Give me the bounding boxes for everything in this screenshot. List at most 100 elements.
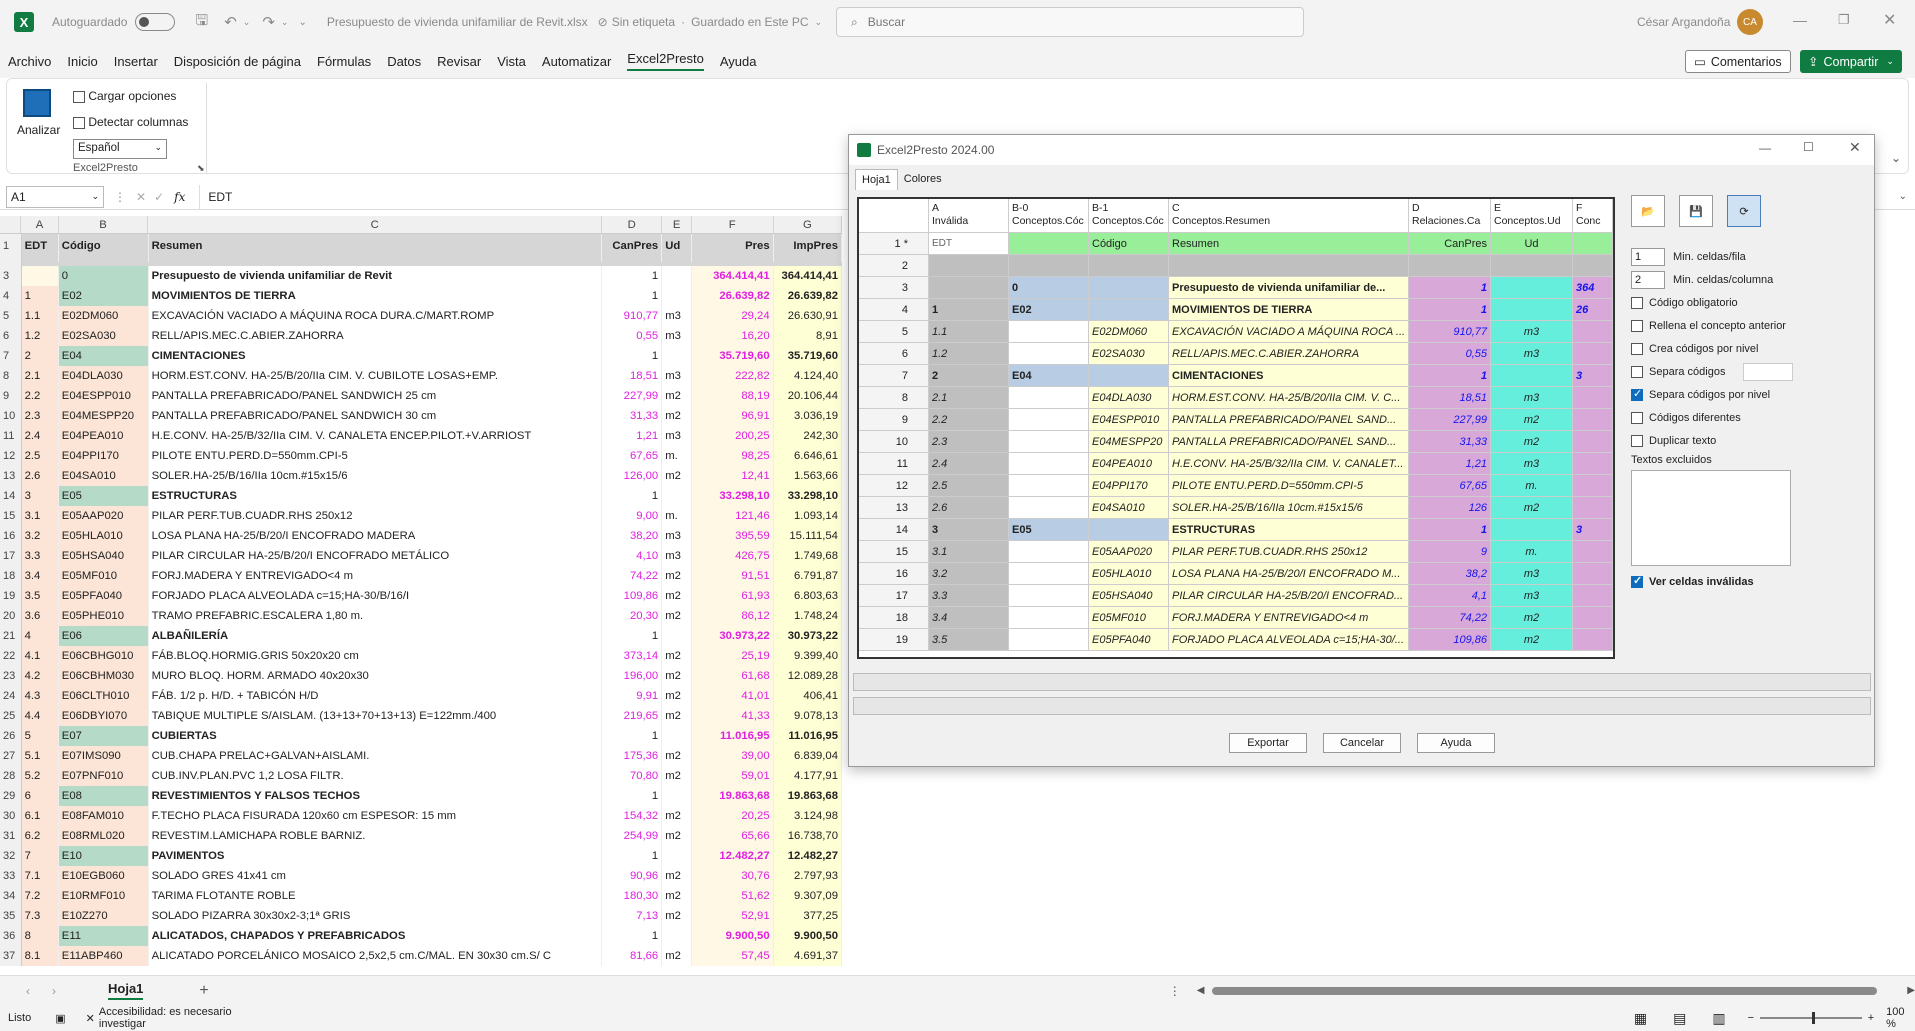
grid-cell[interactable]: E05 [1009,519,1089,541]
cell[interactable]: SOLER.HA-25/B/16/IIa 10cm.#15x15/6 [149,466,602,486]
cell[interactable]: 3.6 [21,606,59,626]
tab-excel2presto[interactable]: Excel2Presto [627,51,704,71]
cell[interactable]: m2 [662,606,692,626]
grid-row-number[interactable]: 3 [859,277,929,299]
grid-cell[interactable]: 3.2 [929,563,1009,585]
next-sheet-icon[interactable]: › [52,984,56,998]
cell[interactable]: E07 [58,726,149,746]
grid-cell[interactable] [1089,299,1169,321]
cell[interactable]: E06CBHG010 [58,646,149,666]
grid-cell[interactable] [1573,387,1613,409]
cell[interactable]: m2 [662,746,692,766]
cell[interactable]: 8,91 [773,326,842,346]
column-header[interactable]: B [59,216,149,233]
grid-row[interactable]: 16 3.2 E05HLA010 LOSA PLANA HA-25/B/20/I EN… [859,563,1613,585]
table-row[interactable]: 31 6.2 E08RML020 REVESTIM.LAMICHAPA ROBLE B… [0,826,842,846]
expand-formula-icon[interactable]: ⌄ [1899,191,1907,202]
cell[interactable]: 0,55 [602,326,663,346]
cell[interactable]: E05PHE010 [58,606,149,626]
cell[interactable] [662,346,692,366]
cell[interactable]: E02 [58,286,149,306]
column-header[interactable]: E [662,216,692,233]
cell[interactable]: 26.630,91 [773,306,842,326]
cell[interactable]: m2 [662,866,692,886]
grid-cell[interactable]: 31,33 [1409,431,1491,453]
grid-column-header[interactable]: C Conceptos.Resumen [1169,199,1409,233]
save-icon[interactable]: 💾 [1679,195,1713,227]
cell[interactable]: CIMENTACIONES [149,346,602,366]
grid-row[interactable]: 4 1 E02 MOVIMIENTOS DE TIERRA 1 26 [859,299,1613,321]
cell[interactable]: 90,96 [602,866,663,886]
grid-cell[interactable]: 67,65 [1409,475,1491,497]
cell[interactable]: E04MESPP20 [58,406,149,426]
min-rows-input[interactable]: 1 [1631,247,1665,266]
table-row[interactable]: 27 5.1 E07IMS090 CUB.CHAPA PRELAC+GALVAN+AI… [0,746,842,766]
cell[interactable]: 2.4 [21,426,59,446]
cell[interactable]: 61,68 [691,666,774,686]
grid-cell[interactable]: Presupuesto de vivienda unifamiliar de..… [1169,277,1409,299]
grid-cell[interactable]: 109,86 [1409,629,1491,651]
row-number[interactable]: 16 [0,526,22,546]
cell[interactable]: 81,66 [602,946,663,966]
cell[interactable]: 1 [602,786,663,806]
cell[interactable]: 31,33 [602,406,663,426]
cell[interactable]: E04PPI170 [58,446,149,466]
table-row[interactable]: 13 2.6 E04SA010 SOLER.HA-25/B/16/IIa 10cm.#… [0,466,842,486]
cell[interactable]: 6.2 [21,826,59,846]
cell[interactable]: 6.646,61 [773,446,842,466]
autosave-toggle[interactable] [135,13,176,31]
cell[interactable]: 364.414,41 [691,266,774,286]
share-button[interactable]: ⇪ Compartir ⌄ [1800,50,1902,73]
cell[interactable]: CUBIERTAS [149,726,602,746]
cell[interactable]: 3.4 [21,566,59,586]
cell[interactable]: 61,93 [691,586,774,606]
horizontal-scrollbar[interactable] [1212,986,1878,995]
grid-row-number[interactable]: 19 [859,629,929,651]
cell[interactable]: 1 [21,286,59,306]
user-name[interactable]: César Argandoña [1637,15,1730,29]
grid-cell[interactable] [1573,431,1613,453]
cell[interactable]: CUB.CHAPA PRELAC+GALVAN+AISLAMI. [149,746,602,766]
row-number[interactable]: 11 [0,426,22,446]
row-number[interactable]: 36 [0,926,22,946]
grid-column-header[interactable]: A Inválida [929,199,1009,233]
table-row[interactable]: 37 8.1 E11ABP460 ALICATADO PORCELÁNICO MOSA… [0,946,842,966]
cell[interactable]: 12.089,28 [773,666,842,686]
redo-dropdown-icon[interactable]: ⌄ [281,17,289,28]
header-cell[interactable]: Ud [662,234,692,262]
grid-cell[interactable]: m2 [1491,629,1573,651]
grid-cell[interactable]: 0 [1009,277,1089,299]
grid-row-number[interactable]: 17 [859,585,929,607]
sheet-tab-hoja1[interactable]: Hoja1 [108,981,144,1000]
cell[interactable]: 6.791,87 [773,566,842,586]
option-checkbox[interactable] [1631,387,1643,401]
grid-cell[interactable]: E05MF010 [1089,607,1169,629]
cell[interactable]: Presupuesto de vivienda unifamiliar de R… [149,266,602,286]
cell[interactable]: 5.2 [21,766,59,786]
cell[interactable]: E08RML020 [58,826,149,846]
column-header[interactable]: C [148,216,602,233]
open-folder-icon[interactable]: 📂 [1631,195,1665,227]
accessibility-status[interactable]: Accesibilidad: es necesario investigar [99,1006,268,1030]
cell[interactable]: 18,51 [602,366,663,386]
cell[interactable]: E04DLA030 [58,366,149,386]
column-header[interactable]: A [21,216,59,233]
cell[interactable]: 9,91 [602,686,663,706]
refresh-icon[interactable]: ⟳ [1727,195,1761,227]
row-number[interactable]: 9 [0,386,22,406]
cell[interactable]: 154,32 [602,806,663,826]
cell[interactable] [662,926,692,946]
page-break-icon[interactable]: ▥ [1712,1010,1725,1027]
cell[interactable]: 3.3 [21,546,59,566]
grid-cell[interactable]: m. [1491,541,1573,563]
cell[interactable]: m2 [662,666,692,686]
grid-cell[interactable]: 1 [929,299,1009,321]
cell[interactable]: 1,21 [602,426,663,446]
table-row[interactable]: 36 8 E11 ALICATADOS, CHAPADOS Y PREFABRICAD… [0,926,842,946]
cell[interactable]: E05AAP020 [58,506,149,526]
grid-cell[interactable] [1009,563,1089,585]
cell[interactable]: 4.124,40 [773,366,842,386]
grid-cell[interactable] [1491,277,1573,299]
cell[interactable]: m2 [662,806,692,826]
cell[interactable]: ALICATADOS, CHAPADOS Y PREFABRICADOS [149,926,602,946]
